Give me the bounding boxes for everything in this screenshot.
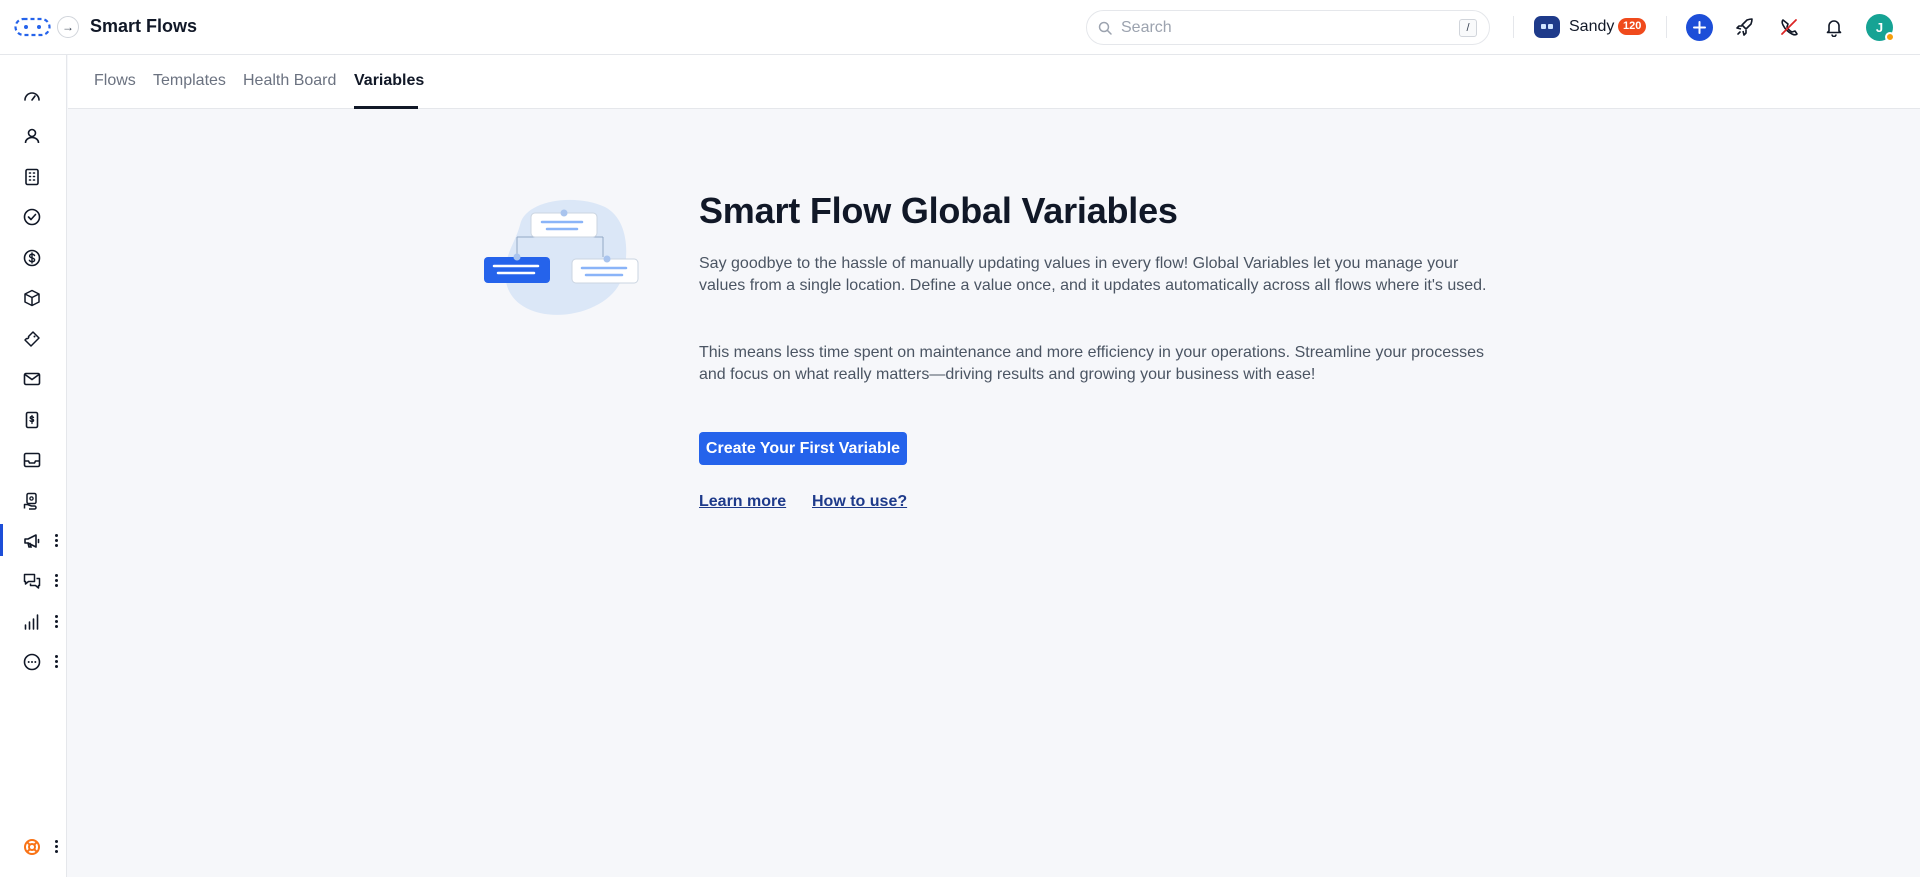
status-dot <box>1885 32 1895 42</box>
divider <box>1666 16 1667 38</box>
sidebar-item-more[interactable] <box>0 643 67 679</box>
expand-sidebar-button[interactable]: → <box>57 16 79 38</box>
sidebar-item-tickets[interactable] <box>0 320 67 356</box>
more-vertical-icon[interactable] <box>52 611 60 631</box>
dashboard-gauge-icon <box>24 92 40 101</box>
tab-flows[interactable]: Flows <box>94 72 136 90</box>
megaphone-icon <box>24 534 40 548</box>
intro-paragraph: Say goodbye to the hassle of manually up… <box>699 255 1487 294</box>
check-circle-icon <box>23 208 41 226</box>
how-to-use-link[interactable]: How to use? <box>812 493 907 511</box>
tab-templates[interactable]: Templates <box>153 72 226 90</box>
tab-health-board[interactable]: Health Board <box>243 72 336 90</box>
more-vertical-icon[interactable] <box>52 836 60 856</box>
ticket-icon <box>24 331 40 347</box>
phone-off-button[interactable] <box>1776 14 1802 40</box>
hand-coin-icon <box>23 492 37 510</box>
search-icon <box>1098 21 1112 35</box>
top-bar: → Smart Flows / Sandy 120 <box>0 0 1920 55</box>
arrow-right-icon: → <box>62 20 74 34</box>
rocket-icon <box>1736 18 1753 36</box>
more-vertical-icon[interactable] <box>52 570 60 590</box>
active-tab-indicator <box>354 106 418 109</box>
sidebar-item-email[interactable] <box>0 360 67 396</box>
ai-assistant-name[interactable]: Sandy <box>1569 18 1614 36</box>
ai-assistant-icon[interactable] <box>1534 16 1560 38</box>
search-shortcut-key: / <box>1459 19 1477 37</box>
notification-count-badge: 120 <box>1618 18 1647 35</box>
variables-illustration <box>484 199 639 315</box>
plus-icon <box>1693 21 1706 34</box>
app-title: Smart Flows <box>90 16 198 36</box>
tab-bar: Flows Templates Health Board Variables <box>68 55 1920 109</box>
building-icon <box>25 168 39 186</box>
app-logo-icon[interactable] <box>14 17 51 37</box>
more-circle-icon <box>23 653 41 671</box>
create-variable-button[interactable]: Create Your First Variable <box>699 432 907 465</box>
phone-off-icon <box>1781 19 1798 36</box>
notifications-button[interactable] <box>1821 14 1847 40</box>
divider <box>1513 16 1514 38</box>
global-search[interactable]: / <box>1086 10 1490 45</box>
inbox-icon <box>23 452 41 468</box>
sidebar-item-inbox[interactable] <box>0 441 67 477</box>
search-input[interactable] <box>1121 17 1441 39</box>
more-vertical-icon[interactable] <box>52 530 60 550</box>
page-heading: Smart Flow Global Variables <box>699 190 1178 231</box>
mail-icon <box>23 372 41 386</box>
bell-icon <box>1826 20 1842 37</box>
box-icon <box>24 289 40 307</box>
lifebuoy-icon <box>24 839 40 855</box>
sidebar-item-help[interactable] <box>0 828 67 864</box>
user-icon <box>24 128 40 144</box>
tab-variables[interactable]: Variables <box>354 72 424 90</box>
invoice-icon <box>25 411 39 429</box>
sidebar-item-companies[interactable] <box>0 158 67 194</box>
sidebar-item-invoices[interactable] <box>0 401 67 437</box>
dollar-circle-icon <box>23 249 41 267</box>
sidebar-item-reports[interactable] <box>0 603 67 639</box>
bar-chart-icon <box>24 614 39 630</box>
rocket-button[interactable] <box>1732 14 1758 40</box>
sidebar-item-tasks[interactable] <box>0 198 67 234</box>
sidebar-item-payments[interactable] <box>0 482 67 518</box>
sidebar-item-conversations[interactable] <box>0 562 67 598</box>
more-vertical-icon[interactable] <box>52 651 60 671</box>
sidebar-item-deals[interactable] <box>0 239 67 275</box>
sidebar-item-marketing[interactable] <box>0 522 67 558</box>
user-avatar[interactable]: J <box>1866 14 1895 42</box>
learn-more-link[interactable]: Learn more <box>699 493 786 511</box>
chat-bubbles-icon <box>23 573 41 589</box>
quick-add-button[interactable] <box>1686 14 1713 41</box>
sidebar-item-contacts[interactable] <box>0 117 67 153</box>
benefits-paragraph: This means less time spent on maintenanc… <box>699 344 1484 383</box>
sidebar <box>0 55 67 877</box>
sidebar-item-products[interactable] <box>0 279 67 315</box>
sidebar-item-dashboard[interactable] <box>0 77 67 113</box>
